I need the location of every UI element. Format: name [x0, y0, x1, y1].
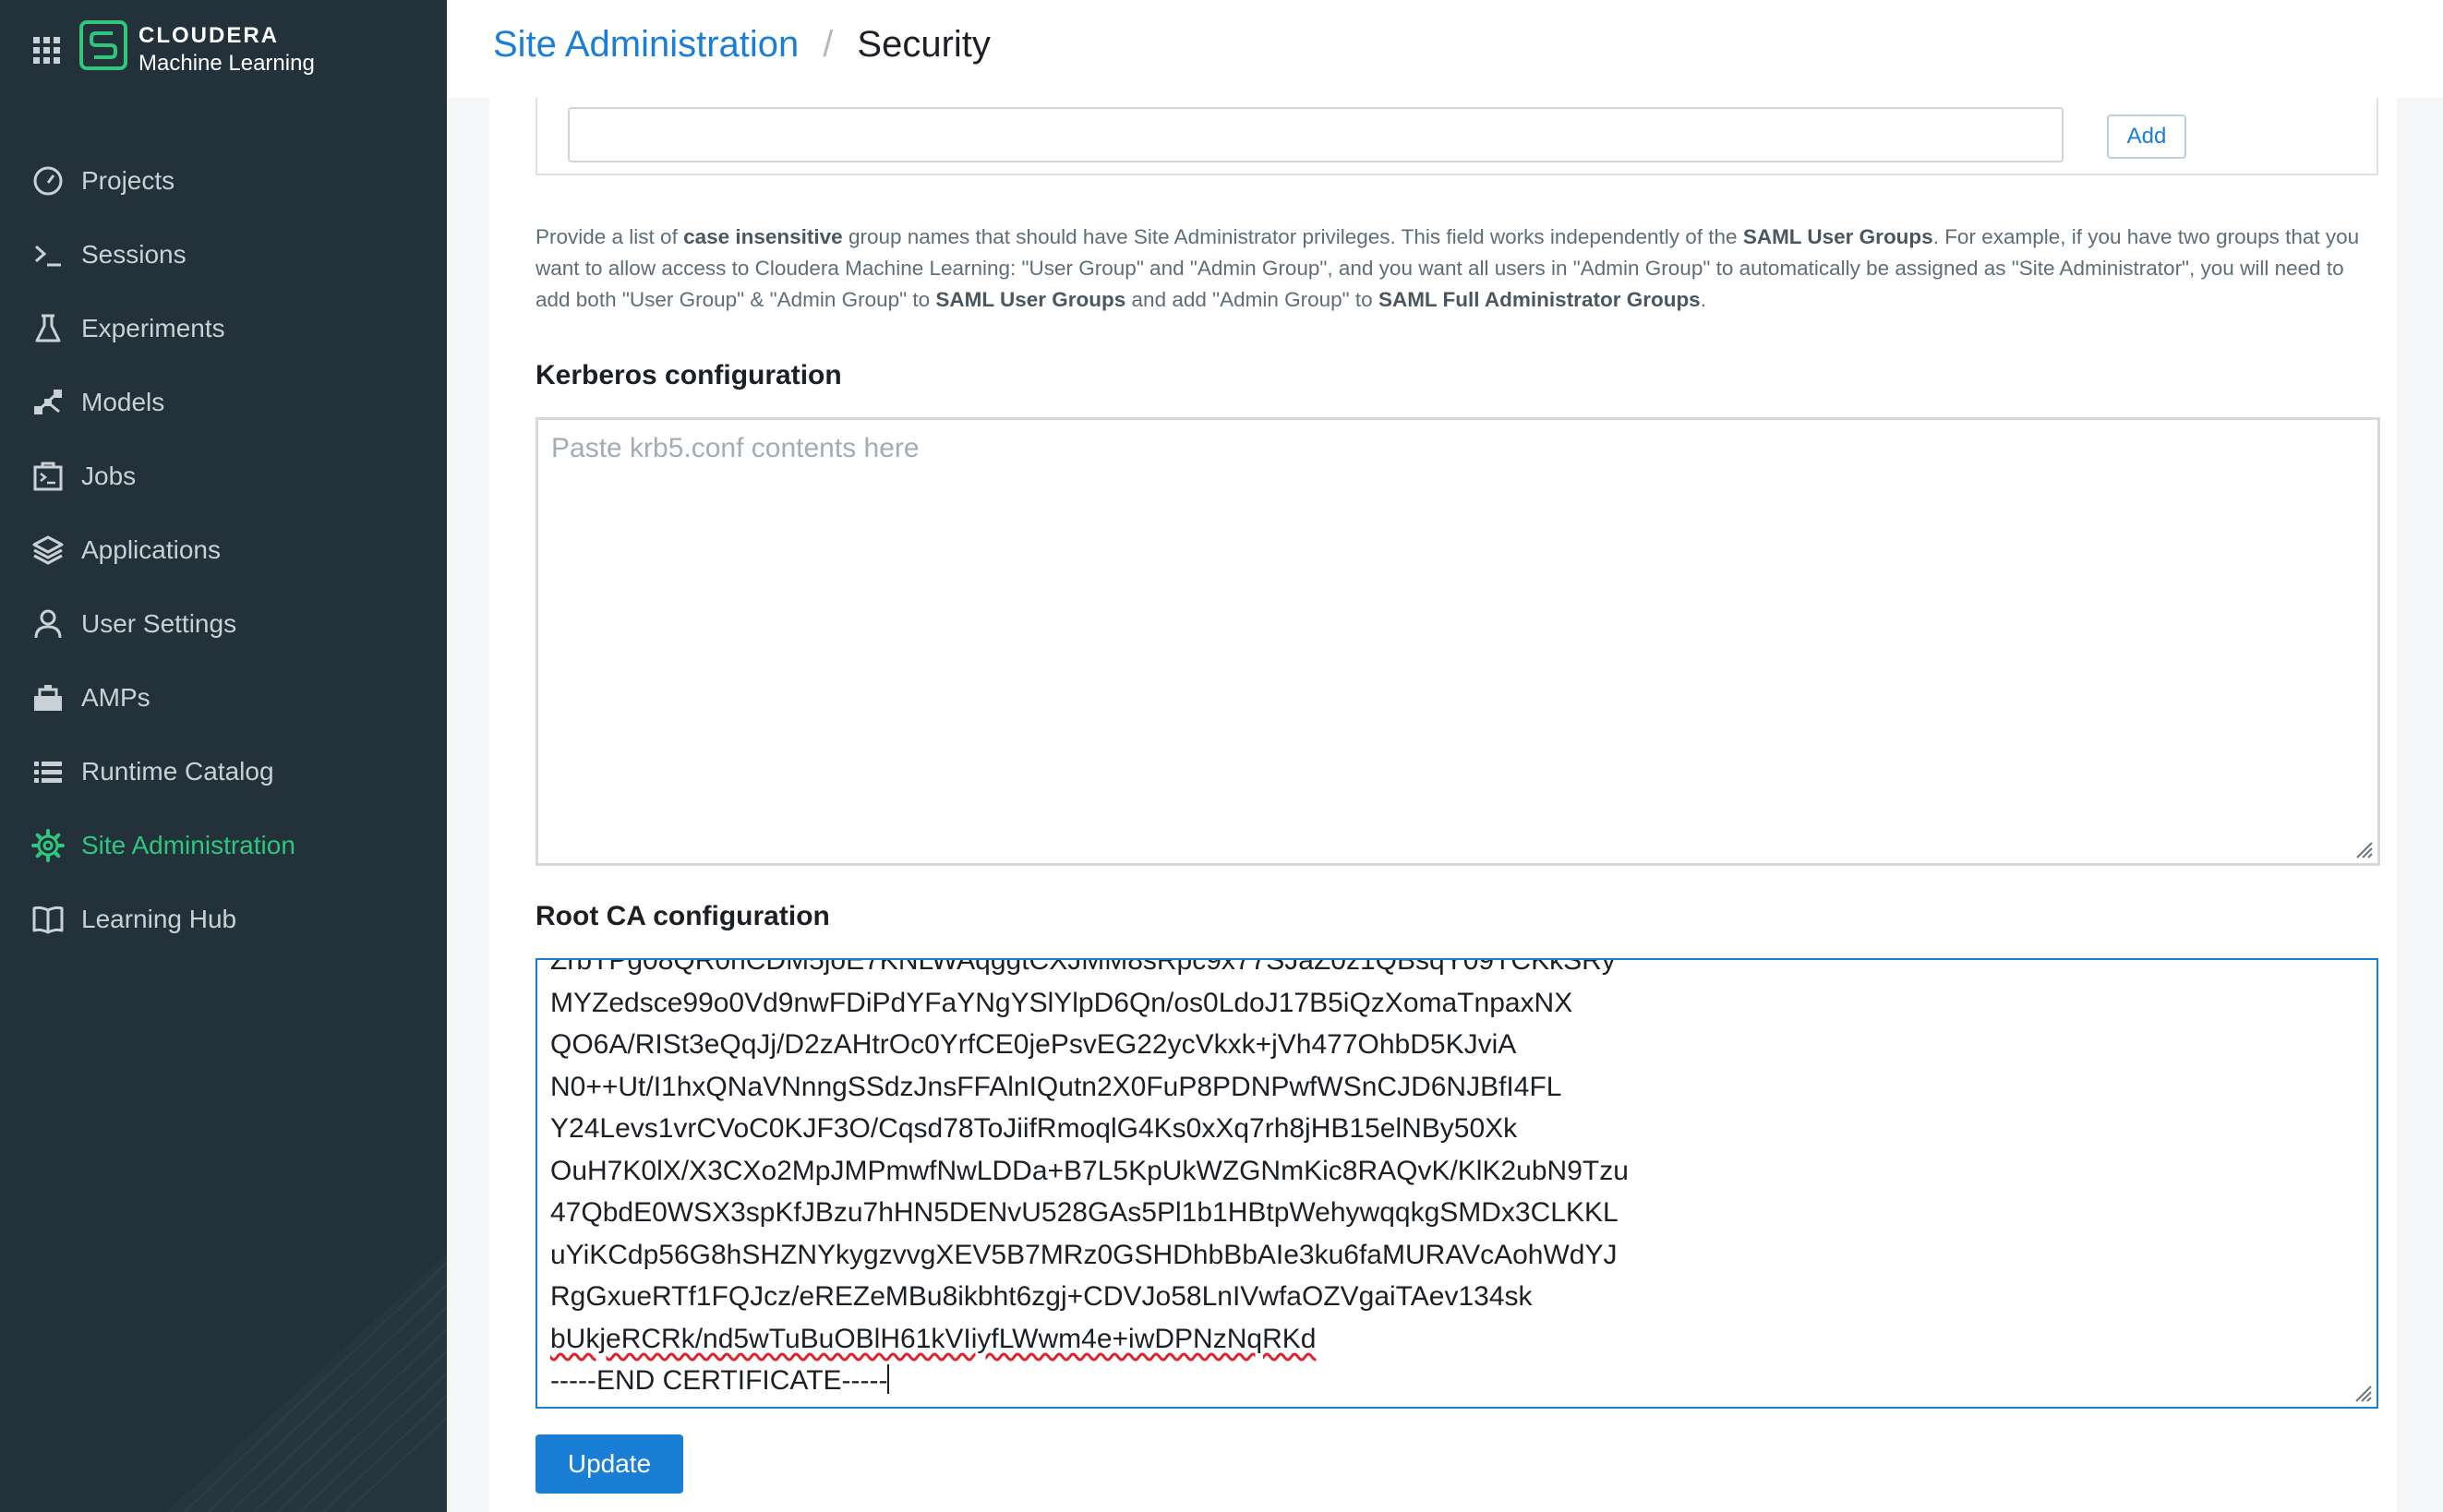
sidebar-item-applications[interactable]: Applications [0, 513, 447, 587]
amps-icon [34, 685, 62, 711]
sidebar-item-label: Applications [81, 535, 221, 564]
sidebar-item-label: Projects [81, 166, 175, 195]
sidebar-item-runtime-catalog[interactable]: Runtime Catalog [0, 735, 447, 809]
resize-handle-icon[interactable] [2353, 1383, 2373, 1403]
help-text-segment: . [1700, 288, 1706, 311]
sidebar-item-learning-hub[interactable]: Learning Hub [0, 882, 447, 956]
kerberos-placeholder: Paste krb5.conf contents here [551, 433, 920, 463]
help-text-segment: group names that should have Site Admini… [842, 225, 1743, 248]
sidebar-decoration [166, 1254, 447, 1512]
sidebar-item-jobs[interactable]: Jobs [0, 439, 447, 513]
gauge-icon [33, 166, 63, 196]
list-icon [34, 762, 62, 783]
help-text-segment: Provide a list of [536, 225, 684, 248]
user-icon [34, 609, 62, 639]
help-text-bold: case insensitive [683, 225, 843, 248]
book-icon [32, 906, 64, 934]
help-text-bold: SAML Full Administrator Groups [1378, 288, 1701, 311]
sidebar-item-models[interactable]: Models [0, 366, 447, 439]
page-title: Security [857, 24, 991, 65]
brand[interactable]: CLOUDERA Machine Learning [31, 20, 419, 76]
kerberos-config-textarea[interactable]: Paste krb5.conf contents here [536, 417, 2380, 866]
sidebar-item-amps[interactable]: AMPs [0, 661, 447, 735]
certificate-line: bUkjeRCRk/nd5wTuBuOBlH61kVIiyfLWwm4e+iwD… [550, 1323, 1317, 1354]
sidebar-nav: Projects Sessions Experiments Models Job… [0, 144, 447, 956]
brand-product: Machine Learning [138, 51, 315, 76]
header: Site Administration / Security [447, 0, 2443, 98]
sidebar-item-label: AMPs [81, 683, 150, 712]
admin-groups-panel: Add [536, 98, 2378, 175]
certificate-line: ZrbTPg08QR0nCDM5joE7KNLWAqggtCXJMM8sRpc9… [550, 958, 1616, 976]
certificate-line: 47QbdE0WSX3spKfJBzu7hHN5DENvU528GAs5Pl1b… [550, 1197, 1619, 1228]
sidebar-item-site-administration[interactable]: Site Administration [0, 809, 447, 882]
certificate-line: OuH7K0lX/X3CXo2MpJMPmwfNwLDDa+B7L5KpUkWZ… [550, 1155, 1629, 1186]
sidebar-item-label: Experiments [81, 314, 225, 342]
breadcrumb-separator: / [823, 24, 834, 65]
add-group-button[interactable]: Add [2107, 114, 2186, 159]
sidebar-item-label: Site Administration [81, 831, 295, 859]
update-button[interactable]: Update [536, 1434, 683, 1494]
sidebar-item-user-settings[interactable]: User Settings [0, 587, 447, 661]
sidebar-item-label: Models [81, 388, 165, 416]
sidebar-item-projects[interactable]: Projects [0, 144, 447, 218]
certificate-line: Y24Levs1vrCVoC0KJF3O/Cqsd78ToJiifRmoqlG4… [550, 1113, 1518, 1144]
certificate-line: N0++Ut/I1hxQNaVNnngSSdzJnsFFAlnIQutn2X0F… [550, 1071, 1562, 1102]
brand-name: CLOUDERA [138, 23, 279, 48]
root-ca-config-textarea[interactable]: ZrbTPg08QR0nCDM5joE7KNLWAqggtCXJMM8sRpc9… [536, 958, 2378, 1409]
admin-groups-help-text: Provide a list of case insensitive group… [536, 222, 2382, 316]
cloudera-logo-icon [79, 20, 127, 70]
sidebar: CLOUDERA Machine Learning Projects Sessi… [0, 0, 447, 1512]
sidebar-item-label: Learning Hub [81, 905, 237, 933]
layers-icon [32, 535, 64, 565]
text-cursor [887, 1364, 890, 1394]
help-text-segment: and add "Admin Group" to [1125, 288, 1378, 311]
sidebar-item-label: User Settings [81, 609, 237, 638]
models-icon [34, 390, 62, 414]
certificate-line: RgGxueRTf1FQJcz/eREZeMBu8ikbht6zgj+CDVJo… [550, 1281, 1533, 1312]
admin-group-input[interactable] [568, 107, 2064, 162]
certificate-line-spellcheck: bUkjeRCRk/nd5wTuBuOBlH61kVIiyfLWwm4e+iwD… [550, 1318, 1629, 1361]
certificate-line: -----END CERTIFICATE----- [550, 1365, 888, 1396]
certificate-line: uYiKCdp56G8hSHZNYkygzvvgXEV5B7MRz0GSHDhb… [550, 1239, 1618, 1270]
certificate-line: QO6A/RISt3eQqJj/D2zAHtrOc0YrfCE0jePsvEG2… [550, 1029, 1517, 1060]
terminal-icon [35, 245, 61, 267]
app-grid-icon[interactable] [33, 37, 61, 65]
sidebar-item-sessions[interactable]: Sessions [0, 218, 447, 292]
breadcrumb-site-administration-link[interactable]: Site Administration [493, 24, 799, 65]
flask-icon [35, 314, 61, 342]
jobs-icon [33, 462, 63, 491]
sidebar-item-experiments[interactable]: Experiments [0, 292, 447, 366]
help-text-bold: SAML User Groups [935, 288, 1126, 311]
certificate-end-line: -----END CERTIFICATE----- [550, 1360, 1629, 1402]
sidebar-item-label: Runtime Catalog [81, 757, 274, 786]
help-text-bold: SAML User Groups [1742, 225, 1933, 248]
gear-icon [31, 829, 65, 862]
sidebar-item-label: Sessions [81, 240, 187, 269]
main-content: Add Provide a list of case insensitive g… [489, 98, 2397, 1512]
breadcrumb: Site Administration / Security [493, 24, 991, 66]
certificate-line: MYZedsce99o0Vd9nwFDiPdYFaYNgYSlYlpD6Qn/o… [550, 987, 1573, 1018]
root-ca-section-title: Root CA configuration [536, 901, 830, 931]
sidebar-item-label: Jobs [81, 462, 137, 490]
resize-handle-icon[interactable] [2353, 839, 2374, 859]
root-ca-content: ZrbTPg08QR0nCDM5joE7KNLWAqggtCXJMM8sRpc9… [550, 958, 1629, 1402]
kerberos-section-title: Kerberos configuration [536, 360, 842, 390]
